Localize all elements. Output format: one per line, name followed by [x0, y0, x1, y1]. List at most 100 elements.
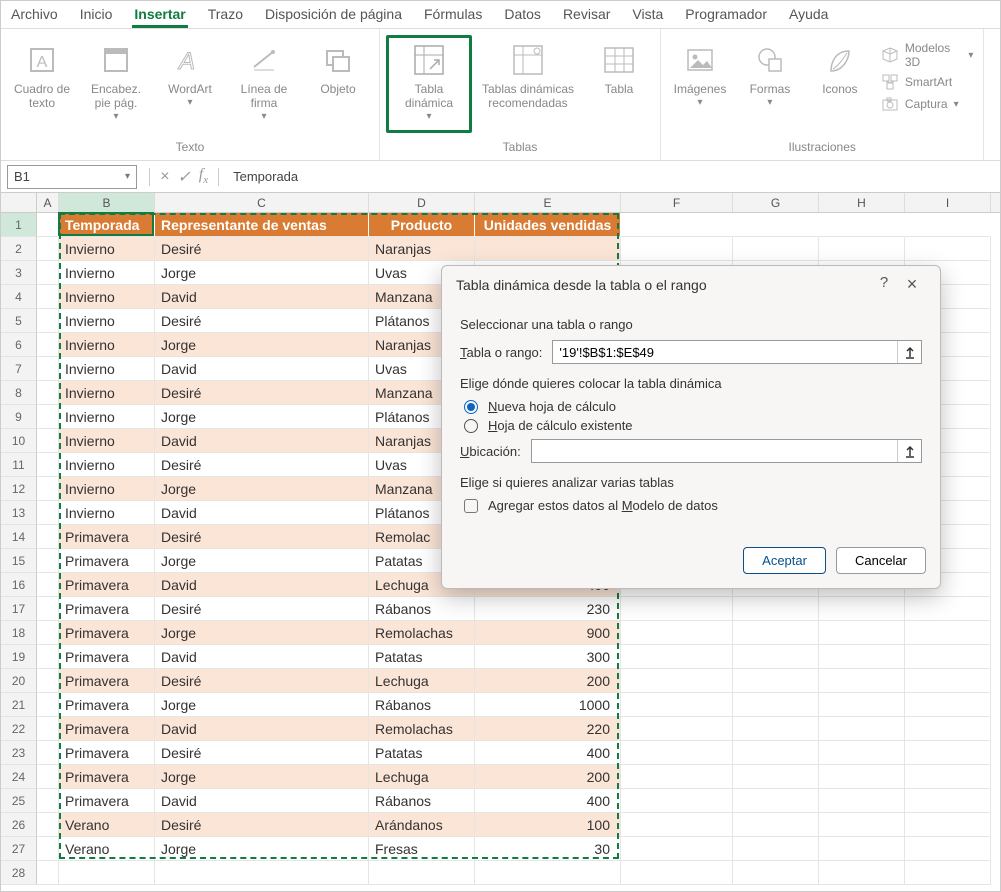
- table-cell[interactable]: Primavera: [59, 765, 155, 789]
- 3d-models-button[interactable]: Modelos 3D ▾: [877, 41, 978, 69]
- table-cell[interactable]: Desiré: [155, 525, 369, 549]
- table-header-cell[interactable]: Producto: [369, 213, 475, 237]
- row-header[interactable]: 4: [1, 285, 37, 309]
- wordart-button[interactable]: A WordArt ▾: [155, 35, 225, 112]
- table-cell[interactable]: Remolachas: [369, 717, 475, 741]
- table-cell[interactable]: Jorge: [155, 693, 369, 717]
- table-cell[interactable]: Primavera: [59, 549, 155, 573]
- table-cell[interactable]: Desiré: [155, 741, 369, 765]
- column-header[interactable]: I: [905, 193, 991, 212]
- table-cell[interactable]: Invierno: [59, 381, 155, 405]
- location-picker-button[interactable]: [897, 440, 921, 462]
- table-cell[interactable]: Rábanos: [369, 789, 475, 813]
- column-header[interactable]: G: [733, 193, 819, 212]
- object-button[interactable]: Objeto: [303, 35, 373, 101]
- row-header[interactable]: 7: [1, 357, 37, 381]
- row-header[interactable]: 28: [1, 861, 37, 885]
- help-button[interactable]: ?: [870, 274, 898, 295]
- table-cell[interactable]: Invierno: [59, 333, 155, 357]
- table-cell[interactable]: 200: [475, 765, 621, 789]
- table-cell[interactable]: Rábanos: [369, 597, 475, 621]
- table-cell[interactable]: Invierno: [59, 261, 155, 285]
- tab-fórmulas[interactable]: Fórmulas: [422, 2, 484, 28]
- row-header[interactable]: 6: [1, 333, 37, 357]
- row-header[interactable]: 3: [1, 261, 37, 285]
- header-footer-button[interactable]: Encabez. pie pág. ▾: [81, 35, 151, 126]
- table-cell[interactable]: David: [155, 429, 369, 453]
- tab-archivo[interactable]: Archivo: [9, 2, 60, 28]
- row-header[interactable]: 18: [1, 621, 37, 645]
- row-header[interactable]: 10: [1, 429, 37, 453]
- row-header[interactable]: 15: [1, 549, 37, 573]
- table-cell[interactable]: Fresas: [369, 837, 475, 861]
- table-cell[interactable]: David: [155, 285, 369, 309]
- tab-datos[interactable]: Datos: [502, 2, 543, 28]
- table-cell[interactable]: Lechuga: [369, 669, 475, 693]
- column-header[interactable]: C: [155, 193, 369, 212]
- table-cell[interactable]: Invierno: [59, 309, 155, 333]
- select-all-triangle[interactable]: [1, 193, 37, 212]
- row-header[interactable]: 26: [1, 813, 37, 837]
- table-cell[interactable]: Verano: [59, 837, 155, 861]
- table-header-cell[interactable]: Temporada: [59, 213, 155, 237]
- table-cell[interactable]: Primavera: [59, 741, 155, 765]
- table-cell[interactable]: Lechuga: [369, 765, 475, 789]
- table-cell[interactable]: 30: [475, 837, 621, 861]
- row-header[interactable]: 13: [1, 501, 37, 525]
- table-cell[interactable]: 900: [475, 621, 621, 645]
- column-header[interactable]: F: [621, 193, 733, 212]
- name-box[interactable]: B1 ▾: [7, 165, 137, 189]
- table-cell[interactable]: Invierno: [59, 237, 155, 261]
- table-cell[interactable]: Primavera: [59, 525, 155, 549]
- table-cell[interactable]: Invierno: [59, 501, 155, 525]
- table-cell[interactable]: Patatas: [369, 741, 475, 765]
- table-cell[interactable]: Jorge: [155, 765, 369, 789]
- table-cell[interactable]: Jorge: [155, 477, 369, 501]
- row-header[interactable]: 8: [1, 381, 37, 405]
- tab-ayuda[interactable]: Ayuda: [787, 2, 830, 28]
- table-cell[interactable]: Desiré: [155, 237, 369, 261]
- row-header[interactable]: 12: [1, 477, 37, 501]
- images-button[interactable]: Imágenes ▾: [667, 35, 733, 112]
- close-button[interactable]: ×: [898, 274, 926, 295]
- row-header[interactable]: 14: [1, 525, 37, 549]
- table-cell[interactable]: David: [155, 717, 369, 741]
- table-cell[interactable]: Naranjas: [369, 237, 475, 261]
- table-cell[interactable]: Desiré: [155, 597, 369, 621]
- icons-button[interactable]: Iconos: [807, 35, 873, 101]
- row-header[interactable]: 1: [1, 213, 37, 237]
- pivot-table-button[interactable]: Tabla dinámica ▾: [386, 35, 472, 133]
- table-cell[interactable]: 200: [475, 669, 621, 693]
- table-cell[interactable]: Primavera: [59, 717, 155, 741]
- table-cell[interactable]: Rábanos: [369, 693, 475, 717]
- table-cell[interactable]: Jorge: [155, 405, 369, 429]
- table-cell[interactable]: Invierno: [59, 357, 155, 381]
- signature-line-button[interactable]: Línea de firma ▾: [229, 35, 299, 126]
- table-cell[interactable]: Invierno: [59, 405, 155, 429]
- table-cell[interactable]: David: [155, 789, 369, 813]
- recommended-pivot-button[interactable]: Tablas dinámicas recomendadas: [476, 35, 580, 115]
- table-cell[interactable]: Primavera: [59, 573, 155, 597]
- table-cell[interactable]: 1000: [475, 693, 621, 717]
- column-header[interactable]: H: [819, 193, 905, 212]
- screenshot-button[interactable]: Captura ▾: [877, 95, 978, 113]
- table-cell[interactable]: 300: [475, 645, 621, 669]
- cancel-button[interactable]: Cancelar: [836, 547, 926, 574]
- table-cell[interactable]: David: [155, 645, 369, 669]
- tab-vista[interactable]: Vista: [630, 2, 665, 28]
- table-cell[interactable]: Primavera: [59, 645, 155, 669]
- table-cell[interactable]: Invierno: [59, 285, 155, 309]
- row-header[interactable]: 27: [1, 837, 37, 861]
- row-header[interactable]: 11: [1, 453, 37, 477]
- smartart-button[interactable]: SmartArt: [877, 73, 978, 91]
- table-cell[interactable]: [475, 237, 621, 261]
- row-header[interactable]: 23: [1, 741, 37, 765]
- table-cell[interactable]: Desiré: [155, 669, 369, 693]
- table-cell[interactable]: Verano: [59, 813, 155, 837]
- column-header[interactable]: B: [59, 193, 155, 212]
- row-header[interactable]: 5: [1, 309, 37, 333]
- accept-formula-icon[interactable]: ✓: [173, 167, 194, 187]
- table-cell[interactable]: Primavera: [59, 789, 155, 813]
- table-cell[interactable]: Invierno: [59, 429, 155, 453]
- table-cell[interactable]: Primavera: [59, 597, 155, 621]
